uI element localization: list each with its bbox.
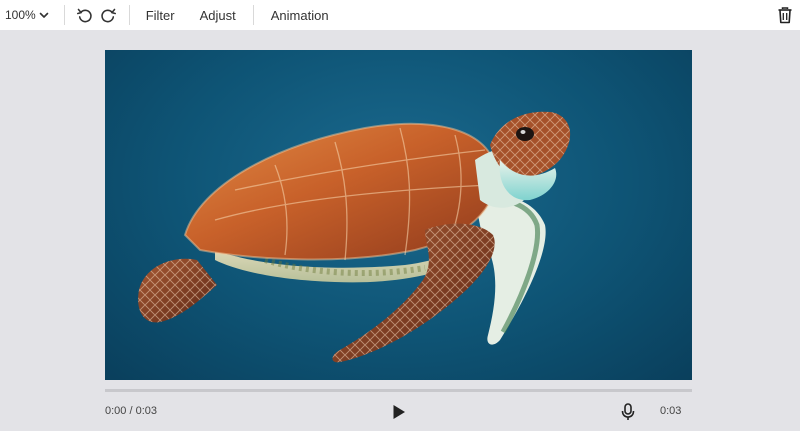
microphone-icon [621,403,635,420]
toolbar-divider [128,5,130,25]
delete-button[interactable] [777,6,793,24]
zoom-dropdown[interactable]: 100% [5,8,50,22]
undo-button[interactable] [76,7,93,24]
chevron-down-icon [39,12,49,18]
toolbar-divider [252,5,254,25]
image-canvas[interactable] [105,50,692,380]
redo-icon [101,8,116,22]
play-icon [393,405,405,419]
adjust-button[interactable]: Adjust [200,8,236,23]
animation-button[interactable]: Animation [271,8,329,23]
filter-button[interactable]: Filter [146,8,175,23]
microphone-button[interactable] [621,403,635,426]
trash-icon [778,6,792,23]
redo-button[interactable] [100,7,117,24]
toolbar-divider [63,5,65,25]
top-toolbar: 100% Filter Adjust Animation [0,0,800,30]
sea-turtle-image [138,111,571,363]
play-button[interactable] [392,404,406,425]
timeline-track[interactable] [105,389,692,392]
undo-icon [76,8,92,22]
time-display: 0:00 / 0:03 [105,405,157,417]
zoom-value: 100% [5,8,36,22]
duration-label: 0:03 [660,405,682,417]
